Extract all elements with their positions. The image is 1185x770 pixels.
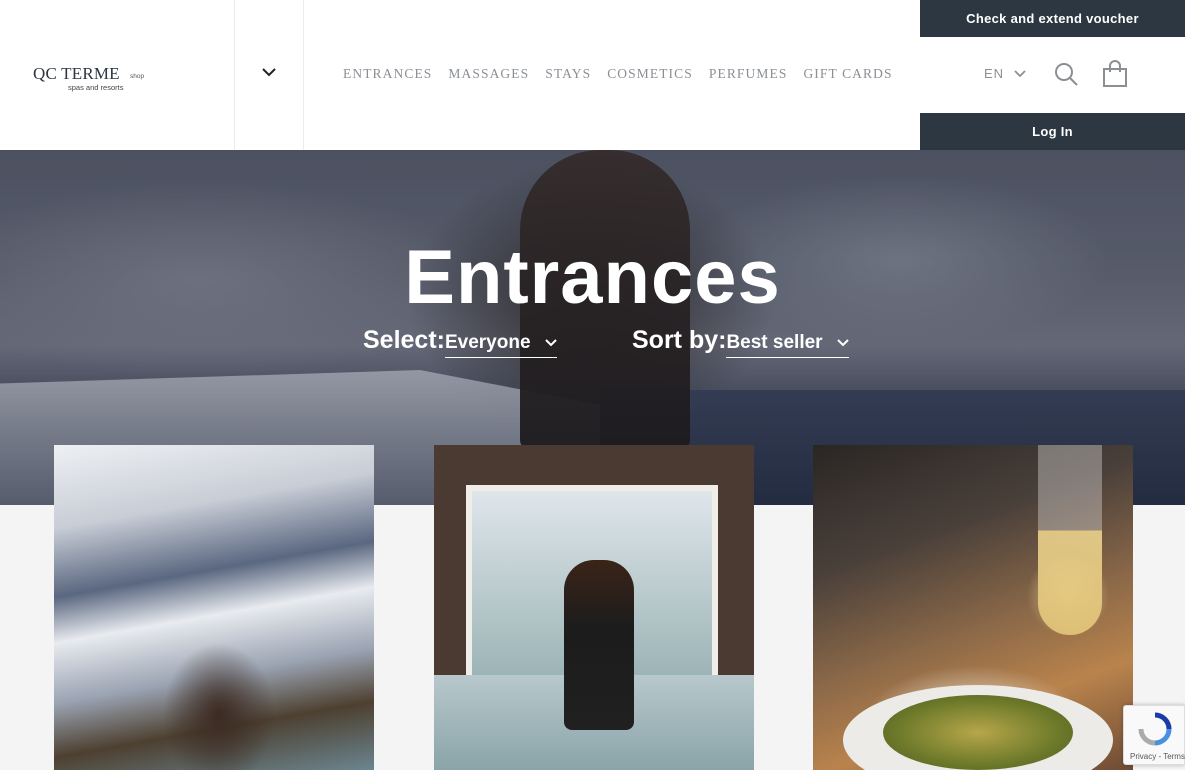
nav-item-cosmetics[interactable]: COSMETICS	[607, 66, 693, 82]
chevron-down-icon	[1014, 69, 1026, 77]
sort-filter-value: Best seller	[726, 332, 823, 353]
nav-item-gift-cards[interactable]: GIFT CARDS	[803, 66, 892, 82]
select-filter: Select: Everyone	[363, 326, 557, 358]
nav-item-entrances[interactable]: ENTRANCES	[343, 66, 432, 82]
card-image-person	[564, 560, 634, 730]
nav-item-perfumes[interactable]: PERFUMES	[709, 66, 788, 82]
check-voucher-button[interactable]: Check and extend voucher	[920, 0, 1185, 37]
logo[interactable]: QC TERME shop spas and resorts	[33, 64, 173, 98]
product-card-image[interactable]	[54, 445, 374, 770]
logo-shop-text: shop	[130, 73, 145, 80]
sort-filter-dropdown[interactable]: Best seller	[726, 332, 849, 358]
select-filter-dropdown[interactable]: Everyone	[444, 332, 557, 358]
shopping-bag-icon[interactable]	[1102, 60, 1128, 88]
language-selector[interactable]: EN	[984, 66, 1026, 81]
sort-filter: Sort by: Best seller	[632, 326, 849, 358]
product-card-image[interactable]	[434, 445, 754, 770]
language-label: EN	[984, 66, 1005, 81]
site-header: QC TERME shop spas and resorts ENTRANCES…	[0, 0, 1185, 150]
recaptcha-icon	[1138, 712, 1172, 746]
logo-main-text: QC TERME	[33, 64, 120, 83]
chevron-down-icon	[544, 339, 557, 347]
logo-sub-text: spas and resorts	[68, 83, 124, 92]
product-card-image[interactable]	[813, 445, 1133, 770]
main-nav: ENTRANCES MASSAGES STAYS COSMETICS PERFU…	[343, 66, 909, 82]
sort-filter-label: Sort by:	[632, 326, 727, 354]
recaptcha-badge[interactable]: Privacy - Terms	[1123, 705, 1185, 765]
nav-item-massages[interactable]: MASSAGES	[448, 66, 529, 82]
nav-item-stays[interactable]: STAYS	[545, 66, 591, 82]
recaptcha-links[interactable]: Privacy - Terms	[1130, 752, 1185, 761]
header-divider	[303, 0, 304, 150]
select-filter-value: Everyone	[444, 332, 531, 353]
search-icon[interactable]	[1054, 62, 1078, 86]
login-button[interactable]: Log In	[920, 113, 1185, 150]
card-image-food	[883, 695, 1073, 770]
select-filter-label: Select:	[363, 326, 445, 354]
chevron-down-icon[interactable]	[261, 66, 277, 78]
chevron-down-icon	[836, 339, 849, 347]
header-divider	[234, 0, 235, 150]
card-image-wine-glass	[1038, 445, 1102, 635]
page-title: Entrances	[404, 235, 781, 320]
